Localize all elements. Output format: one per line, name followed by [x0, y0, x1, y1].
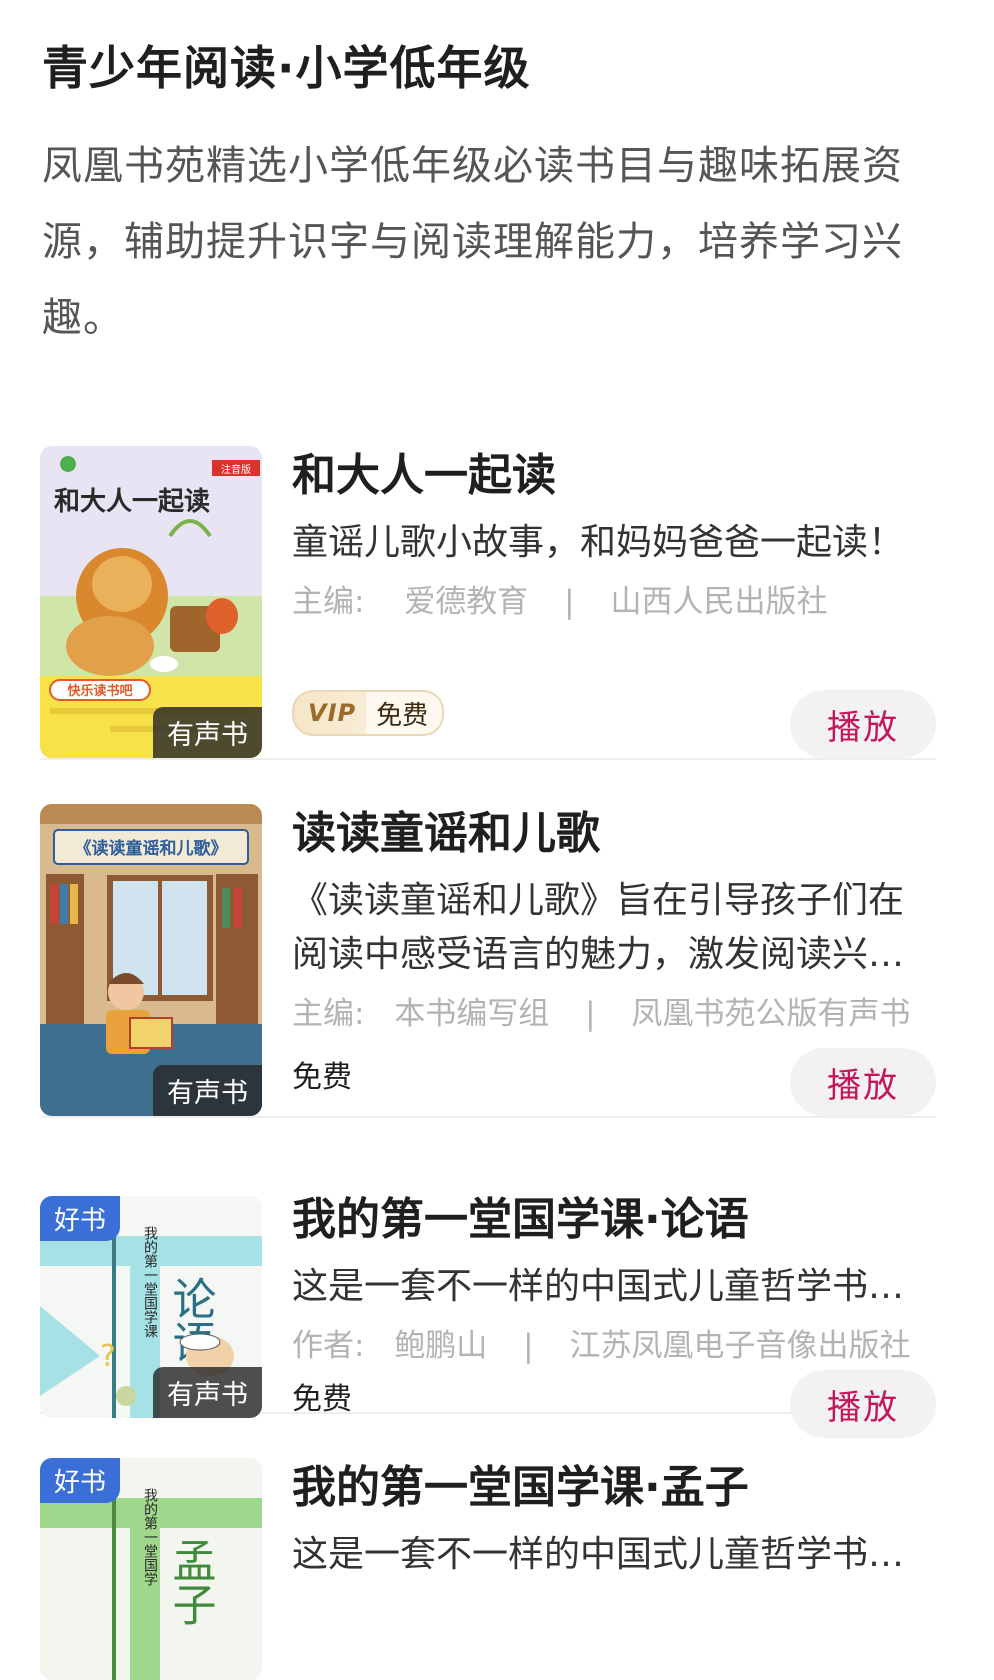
meta-separator: |	[585, 996, 596, 1032]
meta-separator: |	[564, 584, 575, 620]
recommended-tag: 好书	[40, 1196, 121, 1241]
meta-label: 作者:	[292, 1328, 365, 1364]
book-title[interactable]: 读读童谣和儿歌	[292, 804, 936, 864]
price-label: 免费	[292, 1060, 352, 1095]
cover-title: 《读读童谣和儿歌》	[75, 838, 228, 859]
cover-title: 和大人一起读	[54, 487, 210, 517]
book-info: 读读童谣和儿歌 《读读童谣和儿歌》旨在引导孩子们在阅读中感受语言的魅力，激发阅读…	[292, 804, 936, 1033]
book-title[interactable]: 和大人一起读	[292, 446, 936, 506]
book-publisher: 山西人民出版社	[610, 584, 828, 620]
book-description: 《读读童谣和儿歌》旨在引导孩子们在阅读中感受语言的魅力，激发阅读兴…	[292, 880, 905, 975]
book-title[interactable]: 我的第一堂国学课·孟子	[292, 1458, 936, 1518]
book-publisher: 江苏凤凰电子音像出版社	[569, 1328, 911, 1364]
vip-free-badge: VIP 免费	[292, 690, 445, 736]
page-title: 青少年阅读·小学低年级	[42, 41, 531, 95]
meta-label: 主编:	[292, 996, 365, 1032]
book-item[interactable]: 我的第一堂国学 孟子 好书 我的第一堂国学课·孟子 这是一套不一样的中国式儿童哲…	[40, 1458, 936, 1680]
book-meta: 主编: 爱德教育 | 山西人民出版社	[292, 576, 936, 621]
play-button[interactable]: 播放	[790, 1370, 936, 1438]
cover-banner: 快乐读书吧	[67, 683, 132, 699]
book-meta: 主编: 本书编写组 | 凤凰书苑公版有声书	[292, 988, 936, 1033]
book-meta: 作者: 鲍鹏山 | 江苏凤凰电子音像出版社	[292, 1320, 936, 1365]
book-author: 鲍鹏山	[394, 1328, 488, 1364]
book-title[interactable]: 我的第一堂国学课·论语	[292, 1190, 936, 1250]
book-info: 我的第一堂国学课·孟子 这是一套不一样的中国式儿童哲学书…	[292, 1458, 936, 1582]
book-cover[interactable]: 我的第一堂国学课 论语 ? 好书 有声书	[40, 1196, 262, 1418]
play-button[interactable]: 播放	[790, 690, 936, 758]
book-publisher: 凤凰书苑公版有声书	[631, 996, 911, 1032]
price-label: 免费	[366, 692, 443, 734]
book-description: 这是一套不一样的中国式儿童哲学书…	[292, 1266, 905, 1307]
book-info: 我的第一堂国学课·论语 这是一套不一样的中国式儿童哲学书… 作者: 鲍鹏山 | …	[292, 1190, 936, 1365]
book-list: 注音版 和大人一起读 快乐读书吧 有声书 和大人一起读 童谣儿歌小故事，和妈妈爸…	[40, 446, 936, 1680]
cover-vertical-title: 我的第一堂国学	[142, 1488, 158, 1586]
book-description: 这是一套不一样的中国式儿童哲学书…	[292, 1534, 905, 1575]
svg-text:?: ?	[100, 1339, 116, 1374]
book-item[interactable]: 我的第一堂国学课 论语 ? 好书 有声书 我的第一堂国学课·论语 这是一套不一样…	[40, 1162, 936, 1438]
meta-separator: |	[523, 1328, 534, 1364]
cover-top-tag: 注音版	[221, 463, 251, 476]
book-author: 爱德教育	[404, 584, 529, 620]
price-label: 免费	[292, 1382, 352, 1417]
book-cover[interactable]: 我的第一堂国学 孟子 好书	[40, 1458, 262, 1680]
page-description: 凤凰书苑精选小学低年级必读书目与趣味拓展资源，辅助提升识字与阅读理解能力，培养学…	[42, 143, 903, 341]
vip-icon: VIP	[308, 699, 357, 727]
book-cover[interactable]: 注音版 和大人一起读 快乐读书吧 有声书	[40, 446, 262, 758]
book-item[interactable]: 《读读童谣和儿歌》 有声书 读读童谣和儿歌 《读读童谣和儿歌》旨在引导孩子们在阅…	[40, 804, 936, 1118]
play-button[interactable]: 播放	[790, 1048, 936, 1116]
cover-title: 孟子	[165, 1538, 216, 1626]
audiobook-tag: 有声书	[153, 1367, 262, 1418]
book-item[interactable]: 注音版 和大人一起读 快乐读书吧 有声书 和大人一起读 童谣儿歌小故事，和妈妈爸…	[40, 446, 936, 760]
cover-vertical-title: 我的第一堂国学课	[142, 1226, 158, 1338]
audiobook-tag: 有声书	[153, 1065, 262, 1116]
book-info: 和大人一起读 童谣儿歌小故事，和妈妈爸爸一起读！ 主编: 爱德教育 | 山西人民…	[292, 446, 936, 621]
book-cover[interactable]: 《读读童谣和儿歌》 有声书	[40, 804, 262, 1116]
book-description: 童谣儿歌小故事，和妈妈爸爸一起读！	[292, 522, 905, 563]
book-author: 本书编写组	[394, 996, 550, 1032]
meta-label: 主编:	[292, 584, 365, 620]
recommended-tag: 好书	[40, 1458, 121, 1503]
audiobook-tag: 有声书	[153, 707, 262, 758]
